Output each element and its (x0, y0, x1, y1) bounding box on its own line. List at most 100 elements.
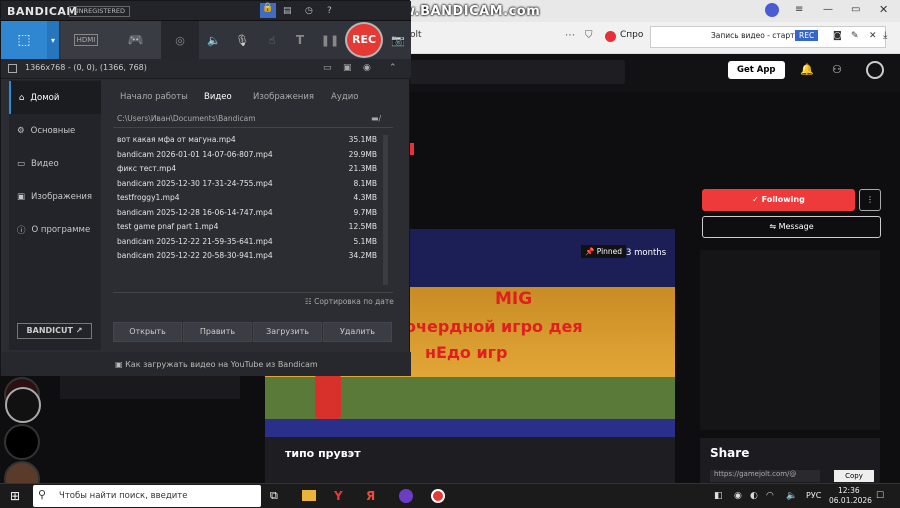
following-button[interactable]: ✓ Following (702, 189, 855, 211)
rec-button[interactable]: REC (345, 22, 383, 58)
minimize-icon[interactable]: — (823, 2, 833, 18)
restore-icon[interactable]: ▭ (851, 2, 860, 18)
get-app-button[interactable]: Get App (728, 61, 785, 79)
file-row[interactable]: фикс тест.mp4 21.3MB (117, 164, 377, 179)
tab-video[interactable]: Видео (204, 92, 232, 102)
yandex-browser-icon[interactable]: Y (334, 488, 343, 504)
wifi-icon[interactable]: ◠ (766, 488, 774, 504)
file-name: bandicam 2025-12-22 20-58-30-941.mp4 (117, 251, 273, 260)
video-icon[interactable]: ▭ (323, 60, 332, 76)
bookmark-icon[interactable]: ⛉ (585, 28, 593, 44)
address-text[interactable]: olt (410, 30, 422, 40)
app-icon[interactable] (399, 489, 413, 503)
sidebar-item-home[interactable]: ⌂ Домой (9, 81, 101, 114)
bandicut-button[interactable]: BANDICUT ↗ (17, 323, 92, 339)
more-options-button[interactable]: ⋮ (859, 189, 881, 211)
game-mode-button[interactable]: 🎮 (111, 21, 161, 59)
task-view-icon[interactable]: ⧉ (270, 488, 278, 504)
bandicam-taskbar-icon[interactable] (431, 489, 445, 503)
clock-time[interactable]: 12:36 (838, 486, 860, 495)
tab-partial[interactable]: Спро (620, 30, 643, 40)
file-row[interactable]: testfroggy1.mp4 4.3MB (117, 193, 377, 208)
screenshot-button[interactable]: 📷 (387, 21, 409, 59)
language-indicator[interactable]: РУС (806, 491, 821, 500)
share-url[interactable]: https://gamejolt.com/@ (710, 470, 820, 482)
post-title[interactable]: типо прувэт (285, 447, 361, 460)
volume-icon[interactable]: 🔈 (786, 488, 797, 504)
tray-icon[interactable]: ◉ (734, 488, 742, 504)
notifications-icon[interactable]: ☐ (876, 488, 884, 504)
file-row[interactable]: bandicam 2025-12-22 21-59-35-641.mp4 5.1M… (117, 237, 377, 252)
text-button[interactable]: T (287, 21, 313, 59)
file-list-scrollbar[interactable] (383, 135, 388, 285)
profile-icon[interactable] (765, 3, 779, 17)
message-button[interactable]: ⇋ Message (702, 216, 881, 238)
pause-button[interactable]: ❚❚ (317, 21, 343, 59)
friends-icon[interactable]: ⚇ (832, 62, 842, 78)
cursor-button[interactable]: ☝ (259, 21, 285, 59)
tab-getting-started[interactable]: Начало работы (120, 92, 188, 102)
edit-button[interactable]: Править (183, 322, 252, 342)
rec-status: Запись видео - старт (711, 31, 795, 40)
open-button[interactable]: Открыть (113, 322, 182, 342)
grid-icon[interactable]: ⋯ (565, 28, 575, 44)
sidebar-item-images[interactable]: ▣ Изображения (9, 180, 101, 213)
menu-icon[interactable]: ≡ (795, 2, 803, 18)
bell-icon[interactable]: 🔔 (800, 62, 814, 78)
open-folder-icon[interactable]: ▬/ (371, 111, 381, 127)
bandicam-footer: ▣ Как загружать видео на YouTube из Band… (1, 352, 411, 376)
sidebar-item-about[interactable]: ⓘ О программе (9, 213, 101, 246)
tab-images[interactable]: Изображения (253, 92, 314, 102)
youtube-help-link[interactable]: ▣ Как загружать видео на YouTube из Band… (115, 360, 318, 369)
tray-icon[interactable]: ◧ (714, 488, 723, 504)
tab-audio[interactable]: Аудио (331, 92, 358, 102)
file-row[interactable]: bandicam 2025-12-22 20-58-30-941.mp4 34.2… (117, 251, 377, 266)
ext-rec-button[interactable]: REC (795, 30, 819, 41)
camera-icon[interactable]: ◙ (833, 28, 842, 44)
site-search[interactable] (410, 60, 625, 84)
site-header: Get App 🔔 ⚇ (410, 54, 900, 92)
download-icon[interactable]: ⤓ (883, 28, 887, 44)
delete-button[interactable]: Удалить (323, 322, 392, 342)
clock-icon[interactable]: ◷ (305, 3, 313, 19)
speaker-button[interactable]: 🔈 (201, 21, 227, 59)
taskbar-search[interactable]: ⚲ Чтобы найти поиск, введите (33, 485, 261, 507)
help-icon[interactable]: ? (327, 3, 332, 19)
explorer-icon[interactable] (302, 490, 316, 501)
close-bar-icon[interactable]: ✕ (869, 28, 877, 44)
user-avatar[interactable] (866, 61, 884, 79)
screen-mode-button[interactable]: ⬚ (1, 21, 47, 59)
close-icon[interactable]: ✕ (879, 2, 888, 18)
tray-icon[interactable]: ◐ (750, 488, 758, 504)
file-row[interactable]: bandicam 2026-01-01 14-07-06-807.mp4 29.9… (117, 150, 377, 165)
windows-start-icon[interactable]: ⊞ (10, 488, 20, 504)
sidebar-item-label: Основные (30, 125, 76, 136)
audio-icon[interactable]: ◉ (363, 60, 371, 76)
file-row[interactable]: bandicam 2025-12-30 17-31-24-755.mp4 8.1M… (117, 179, 377, 194)
yandex-icon[interactable]: Я (366, 488, 375, 504)
file-row[interactable]: bandicam 2025-12-28 16-06-14-747.mp4 9.7M… (117, 208, 377, 223)
hdmi-mode-button[interactable]: HDMI (61, 21, 111, 59)
mode-dropdown[interactable]: ▾ (47, 21, 59, 59)
image-icon[interactable]: ▣ (343, 60, 352, 76)
channel-avatar[interactable] (5, 387, 41, 423)
sidebar-item-video[interactable]: ▭ Видео (9, 147, 101, 180)
folder-icon[interactable]: ▤ (283, 3, 292, 19)
sidebar-item-general[interactable]: ⚙ Основные (9, 114, 101, 147)
mic-button[interactable]: 🎙 (229, 21, 255, 59)
file-row[interactable]: test game pnaf part 1.mp4 12.5MB (117, 222, 377, 237)
file-size: 29.9MB (348, 149, 377, 159)
sort-option[interactable]: ☷ Сортировка по дате (305, 297, 394, 306)
post-age: 3 months (626, 248, 667, 258)
upload-button[interactable]: Загрузить (253, 322, 322, 342)
chevron-up-icon[interactable]: ⌃ (389, 60, 397, 76)
copy-button[interactable]: Copy (834, 470, 874, 482)
following-label: Following (761, 195, 805, 204)
clock-date[interactable]: 06.01.2026 (829, 496, 872, 505)
webcam-button[interactable]: ◎ (161, 21, 199, 59)
lock-icon[interactable]: 🔒 (260, 3, 276, 18)
file-name: фикс тест.mp4 (117, 164, 177, 173)
channel-avatar[interactable] (4, 424, 40, 460)
pen-icon[interactable]: ✎ (851, 28, 859, 44)
file-row[interactable]: вот какая мфа от магуна.mp4 35.1MB (117, 135, 377, 150)
